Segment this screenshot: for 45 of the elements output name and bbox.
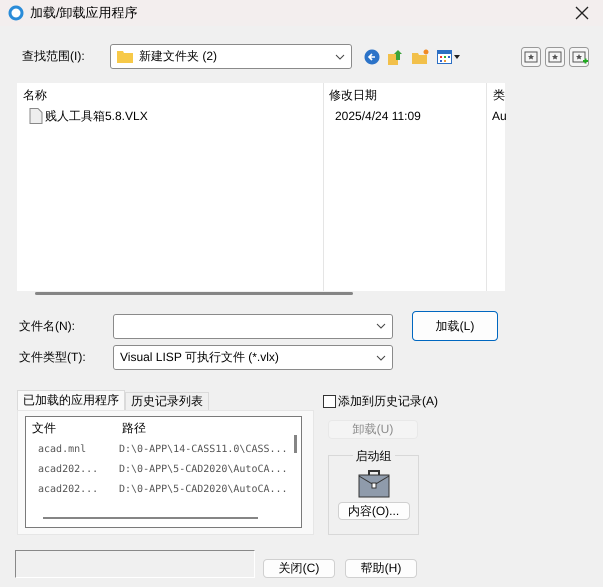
favorites-icon[interactable] [545,46,565,66]
dialog-button[interactable]: 帮助(H) [345,559,417,578]
path-cell-text: D:\0-APP\5-CAD2020\AutoCA... [118,484,289,494]
chevron-icon [335,54,345,60]
column-header[interactable]: 路径 [116,420,276,436]
folder-up-icon[interactable] [388,48,404,64]
scrollbar-thumb[interactable] [35,292,353,295]
file-icon [29,108,43,124]
window-title: 加载/卸载应用程序 [30,4,139,22]
contents-button[interactable]: 内容(O)... [338,502,410,520]
chevron-icon [376,354,386,360]
file-cell[interactable]: acad202... [26,464,109,474]
column-header[interactable]: 类 [487,86,505,104]
date-cell-text: 2025/4/24 11:09 [334,109,422,123]
look-in-label: 查找范围(I): [22,48,86,65]
view-menu-icon[interactable] [437,50,461,64]
add-to-history-checkbox[interactable]: 添加到历史记录(A) [323,393,438,410]
briefcase-icon [358,470,390,498]
path-cell-text: D:\0-APP\5-CAD2020\AutoCA... [118,464,289,474]
scrollbar-thumb[interactable] [43,517,258,519]
file-cell[interactable]: acad.mnl [26,444,109,454]
chevron-icon [376,323,386,329]
type-cell-text: Au [491,109,505,123]
file-name-field[interactable] [113,314,393,338]
load-button[interactable]: 加载(L) [412,311,498,341]
close-icon [575,6,589,20]
add-favorite-icon[interactable] [569,46,589,66]
group-title: 启动组 [352,448,394,465]
tab[interactable]: 历史记录列表 [125,392,209,410]
file-name-cell[interactable]: 贱人工具箱5.8.VLX [17,108,323,124]
file-type-label: 文件类型(T): [19,349,87,366]
path-cell-text: D:\0-APP\14-CASS11.0\CASS... [118,444,289,454]
back-icon[interactable] [364,48,380,64]
column-header[interactable]: 修改日期 [323,86,487,104]
file-name-label: 文件名(N): [19,318,76,334]
file-cell[interactable]: acad202... [26,484,109,494]
file-type-dropdown[interactable]: Visual LISP 可执行文件 (*.vlx) [113,345,393,370]
look-in-dropdown[interactable]: 新建文件夹 (2) [110,44,352,69]
scrollbar-thumb[interactable] [294,435,297,453]
column-header[interactable]: 文件 [26,420,116,436]
column-header[interactable]: 名称 [17,86,323,104]
app-icon [8,5,24,21]
tab[interactable]: 已加载的应用程序 [17,390,125,410]
dialog-button[interactable]: 关闭(C) [263,559,335,578]
folder-icon [117,50,133,63]
